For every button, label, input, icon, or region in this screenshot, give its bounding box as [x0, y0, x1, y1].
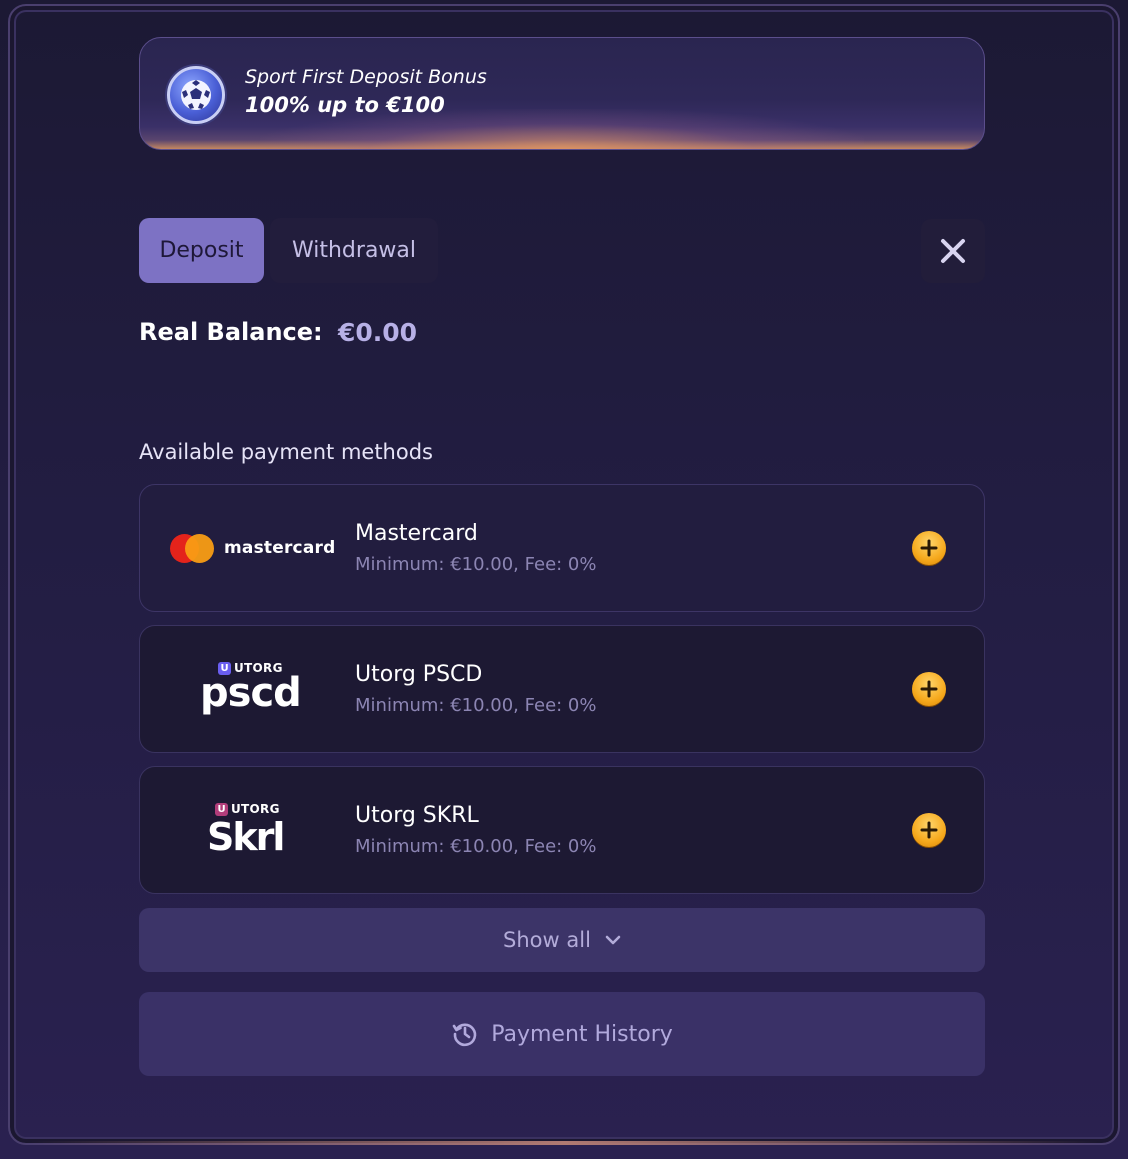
- payment-method-name: Mastercard: [355, 521, 478, 546]
- payment-method-name: Utorg PSCD: [355, 662, 483, 687]
- add-button[interactable]: [912, 813, 946, 847]
- tab-withdrawal[interactable]: Withdrawal: [270, 218, 438, 283]
- mastercard-logo: mastercard: [168, 485, 343, 613]
- payment-method-info: Minimum: €10.00, Fee: 0%: [355, 554, 597, 575]
- payment-modal: Sport First Deposit Bonus 100% up to €10…: [0, 0, 1128, 1159]
- frame-glow: [30, 1141, 1098, 1145]
- history-icon: [452, 1023, 477, 1047]
- mastercard-logo-text: mastercard: [224, 538, 336, 558]
- show-all-label: Show all: [503, 928, 591, 952]
- payment-method-utorg-skrl[interactable]: U UTORG Skrl Utorg SKRL Minimum: €10.00,…: [139, 766, 985, 894]
- add-button[interactable]: [912, 672, 946, 706]
- payment-history-label: Payment History: [491, 1021, 673, 1047]
- payment-method-info: Minimum: €10.00, Fee: 0%: [355, 695, 597, 716]
- show-all-button[interactable]: Show all: [139, 908, 985, 972]
- payment-method-utorg-pscd[interactable]: U UTORG pscd Utorg PSCD Minimum: €10.00,…: [139, 625, 985, 753]
- bonus-title: Sport First Deposit Bonus: [245, 66, 487, 88]
- balance-label: Real Balance:: [139, 318, 323, 346]
- plus-icon: [920, 680, 938, 698]
- mastercard-orange-circle: [185, 534, 214, 563]
- tab-deposit[interactable]: Deposit: [139, 218, 264, 283]
- plus-icon: [920, 821, 938, 839]
- payment-method-info: Minimum: €10.00, Fee: 0%: [355, 836, 597, 857]
- pscd-logo-text: pscd: [200, 670, 302, 716]
- close-button[interactable]: [921, 219, 985, 283]
- utorg-pscd-logo: U UTORG pscd: [168, 626, 343, 754]
- skrl-logo-text: Skrl: [207, 815, 285, 859]
- chevron-down-icon: [605, 935, 621, 945]
- bonus-amount: 100% up to €100: [245, 93, 445, 117]
- bonus-banner[interactable]: Sport First Deposit Bonus 100% up to €10…: [139, 37, 985, 150]
- payment-history-button[interactable]: Payment History: [139, 992, 985, 1076]
- balance-value: €0.00: [338, 318, 418, 347]
- utorg-skrl-logo: U UTORG Skrl: [168, 767, 343, 895]
- payment-method-mastercard[interactable]: mastercard Mastercard Minimum: €10.00, F…: [139, 484, 985, 612]
- plus-icon: [920, 539, 938, 557]
- payment-method-name: Utorg SKRL: [355, 803, 479, 828]
- add-button[interactable]: [912, 531, 946, 565]
- utorg-small-text: UTORG: [231, 802, 280, 816]
- football-icon: [167, 66, 225, 124]
- payment-methods-title: Available payment methods: [139, 440, 433, 464]
- close-icon: [941, 239, 965, 263]
